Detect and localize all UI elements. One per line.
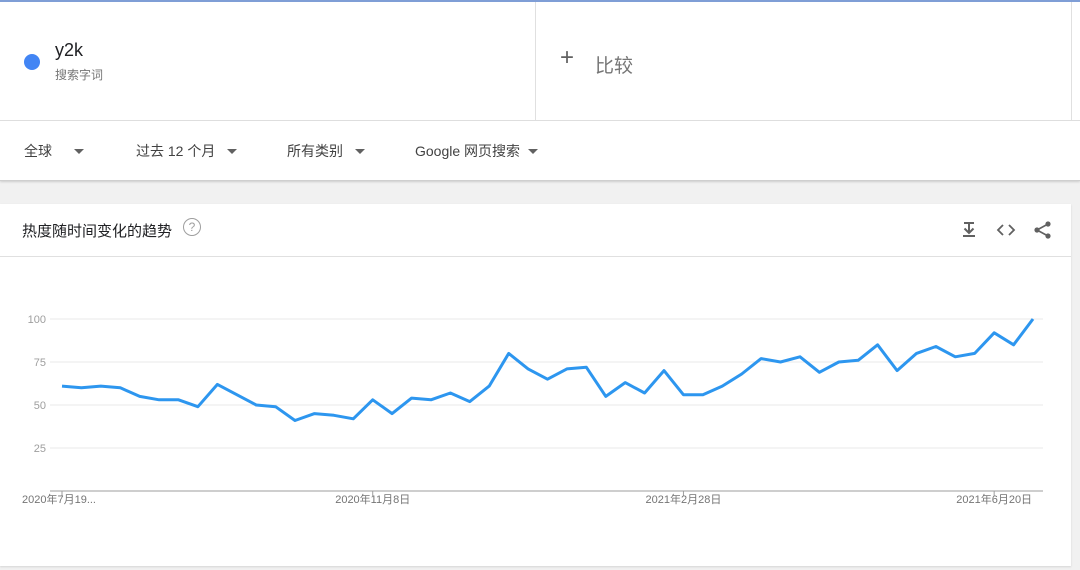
data-point[interactable] xyxy=(565,367,569,371)
search-type-filter[interactable]: Google 网页搜索 xyxy=(415,141,539,161)
data-point[interactable] xyxy=(487,384,491,388)
data-point[interactable] xyxy=(1031,317,1035,321)
data-point[interactable] xyxy=(390,412,394,416)
data-point[interactable] xyxy=(196,405,200,409)
plus-icon: + xyxy=(560,44,575,71)
data-point[interactable] xyxy=(876,343,880,347)
data-point[interactable] xyxy=(157,398,161,402)
data-point[interactable] xyxy=(584,365,588,369)
card-title: 热度随时间变化的趋势 xyxy=(22,223,173,240)
card-header: 热度随时间变化的趋势 ? xyxy=(0,204,1071,257)
x-tick-label: 2021年6月20日 xyxy=(956,492,1032,506)
data-point[interactable] xyxy=(623,381,627,385)
time-range-filter-label: 过去 12 个月 xyxy=(136,143,216,159)
data-point[interactable] xyxy=(992,331,996,335)
data-point[interactable] xyxy=(448,391,452,395)
x-tick-label: 2020年7月19... xyxy=(22,492,96,506)
y-tick-label: 25 xyxy=(34,443,46,455)
x-tick-label: 2020年11月8日 xyxy=(335,492,410,506)
data-point[interactable] xyxy=(701,393,705,397)
data-point[interactable] xyxy=(235,393,239,397)
interest-over-time-card: 热度随时间变化的趋势 ? 25 50 75 100 2020年7月19... 2020年… xyxy=(0,204,1071,566)
data-point[interactable] xyxy=(953,355,957,359)
data-point[interactable] xyxy=(817,370,821,374)
data-point[interactable] xyxy=(118,386,122,390)
share-icon[interactable] xyxy=(1032,219,1054,241)
data-point[interactable] xyxy=(371,398,375,402)
line-chart: 25 50 75 100 2020年7月19... 2020年11月8日 2021年2月2… xyxy=(22,314,1043,506)
chevron-down-icon xyxy=(528,148,539,154)
search-type-filter-label: Google 网页搜索 xyxy=(415,143,521,159)
data-point[interactable] xyxy=(215,382,219,386)
data-point[interactable] xyxy=(138,394,142,398)
region-filter[interactable]: 全球 xyxy=(24,141,84,161)
data-point[interactable] xyxy=(410,396,414,400)
data-point[interactable] xyxy=(779,360,783,364)
data-point[interactable] xyxy=(177,398,181,402)
data-point[interactable] xyxy=(895,369,899,373)
search-term-card[interactable]: y2k 搜索字词 xyxy=(0,2,536,120)
compare-label: 比较 xyxy=(595,56,634,77)
data-point[interactable] xyxy=(740,372,744,376)
x-tick-label: 2021年2月28日 xyxy=(646,492,722,506)
data-point[interactable] xyxy=(313,412,317,416)
data-point[interactable] xyxy=(798,355,802,359)
y-tick-label: 100 xyxy=(28,314,46,326)
data-point[interactable] xyxy=(837,360,841,364)
data-point[interactable] xyxy=(662,369,666,373)
data-point[interactable] xyxy=(60,384,64,388)
data-point[interactable] xyxy=(429,398,433,402)
time-range-filter[interactable]: 过去 12 个月 xyxy=(136,141,238,161)
filter-bar: 全球 过去 12 个月 所有类别 Google 网页搜索 xyxy=(0,121,1080,181)
search-term-name[interactable]: y2k xyxy=(55,40,83,61)
term-color-dot xyxy=(24,54,40,70)
y-tick-label: 75 xyxy=(34,357,46,369)
chevron-down-icon xyxy=(74,148,84,154)
region-filter-label: 全球 xyxy=(24,143,52,159)
download-icon[interactable] xyxy=(958,219,980,241)
data-point[interactable] xyxy=(934,345,938,349)
search-term-subtitle: 搜索字词 xyxy=(55,68,104,82)
data-point[interactable] xyxy=(254,403,258,407)
y-tick-label: 50 xyxy=(34,400,46,412)
data-point[interactable] xyxy=(351,417,355,421)
data-point[interactable] xyxy=(546,377,550,381)
help-icon[interactable]: ? xyxy=(183,218,201,236)
search-terms-bar: y2k 搜索字词 + 比较 xyxy=(0,2,1080,121)
category-filter[interactable]: 所有类别 xyxy=(287,141,365,161)
data-point[interactable] xyxy=(1012,343,1016,347)
data-point[interactable] xyxy=(856,358,860,362)
chevron-down-icon xyxy=(227,148,238,154)
compare-button[interactable]: + 比较 xyxy=(536,2,1072,120)
data-point[interactable] xyxy=(526,367,530,371)
data-point[interactable] xyxy=(915,351,919,355)
data-point[interactable] xyxy=(332,413,336,417)
data-point[interactable] xyxy=(79,386,83,390)
data-point[interactable] xyxy=(507,351,511,355)
data-point[interactable] xyxy=(759,357,763,361)
embed-code-icon[interactable] xyxy=(995,219,1017,241)
category-filter-label: 所有类别 xyxy=(287,143,343,159)
data-point[interactable] xyxy=(720,384,724,388)
data-point[interactable] xyxy=(681,393,685,397)
data-point[interactable] xyxy=(604,394,608,398)
chevron-down-icon xyxy=(355,148,365,154)
data-point[interactable] xyxy=(973,351,977,355)
data-point[interactable] xyxy=(468,400,472,404)
data-point[interactable] xyxy=(643,391,647,395)
data-point[interactable] xyxy=(293,419,297,423)
data-point[interactable] xyxy=(99,384,103,388)
data-point[interactable] xyxy=(274,405,278,409)
